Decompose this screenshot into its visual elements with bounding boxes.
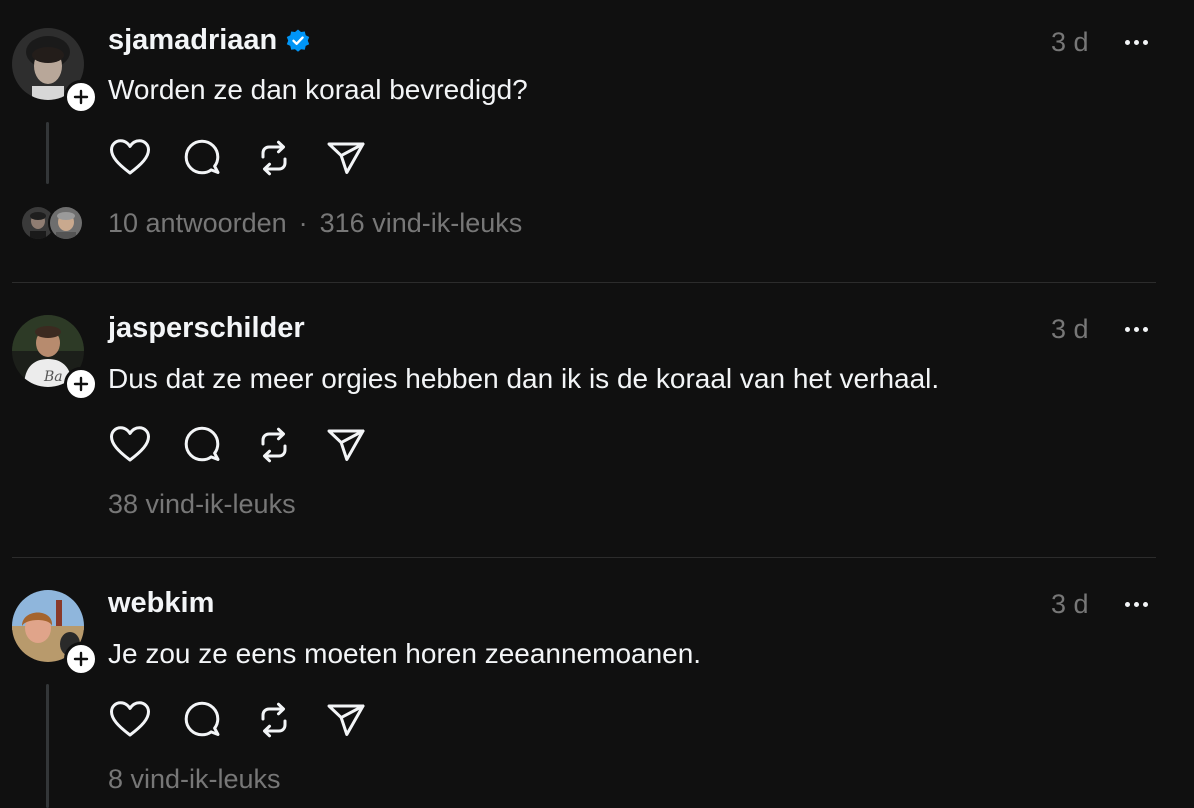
post-sjamadriaan: sjamadriaan 3 d Worden ze dan koraal bev… [0, 0, 1194, 282]
heart-icon [110, 139, 150, 175]
username-row: webkim [108, 589, 214, 618]
timestamp: 3 d [1051, 589, 1089, 619]
reply-button[interactable] [180, 423, 224, 467]
avatar-wrap [12, 590, 98, 676]
timestamp: 3 d [1051, 314, 1089, 344]
avatar-wrap: Ba [12, 315, 98, 401]
repost-icon [261, 140, 287, 176]
paper-plane-icon [327, 429, 365, 461]
heart-icon [110, 701, 150, 737]
thread-line [46, 684, 49, 808]
share-button[interactable] [324, 423, 368, 467]
post-stats: 38 vind-ik-leuks [108, 491, 296, 518]
likes-count[interactable]: 316 vind-ik-leuks [320, 208, 523, 238]
replies-count[interactable]: 10 antwoorden [108, 208, 287, 238]
timestamp: 3 d [1051, 27, 1089, 57]
action-bar [108, 423, 396, 467]
more-options-button[interactable] [1116, 30, 1156, 54]
action-bar [108, 136, 396, 180]
more-options-icon [1124, 39, 1130, 45]
speech-bubble-icon [184, 139, 220, 175]
repost-button[interactable] [252, 698, 296, 742]
action-bar [108, 698, 396, 742]
plus-icon [73, 89, 89, 105]
username-row: sjamadriaan [108, 26, 311, 55]
paper-plane-icon [327, 142, 365, 174]
repost-button[interactable] [252, 423, 296, 467]
stats-separator: · [298, 208, 308, 238]
like-button[interactable] [108, 136, 152, 180]
reply-button[interactable] [180, 698, 224, 742]
paper-plane-icon [327, 704, 365, 736]
more-options-button[interactable] [1116, 592, 1156, 616]
reply-avatars[interactable] [20, 205, 84, 241]
username-row: jasperschilder [108, 314, 305, 343]
follow-button[interactable] [64, 80, 98, 114]
like-button[interactable] [108, 698, 152, 742]
username[interactable]: sjamadriaan [108, 26, 277, 55]
speech-bubble-icon [184, 701, 220, 737]
heart-icon [110, 426, 150, 462]
post-text: Dus dat ze meer orgies hebben dan ik is … [108, 363, 940, 394]
likes-count[interactable]: 8 vind-ik-leuks [108, 764, 281, 794]
likes-count[interactable]: 38 vind-ik-leuks [108, 489, 296, 519]
post-webkim: webkim 3 d Je zou ze eens moeten horen z… [0, 558, 1194, 808]
follow-button[interactable] [64, 367, 98, 401]
verified-badge-icon [287, 29, 310, 52]
thread-line [46, 122, 49, 184]
like-button[interactable] [108, 423, 152, 467]
share-button[interactable] [324, 698, 368, 742]
post-jasperschilder: Ba jasperschilder 3 d Dus dat ze meer or… [0, 283, 1194, 557]
reply-avatar [48, 205, 84, 241]
post-stats: 8 vind-ik-leuks [108, 766, 281, 793]
more-options-button[interactable] [1116, 317, 1156, 341]
repost-icon [261, 702, 287, 738]
plus-icon [73, 376, 89, 392]
reply-button[interactable] [180, 136, 224, 180]
username[interactable]: webkim [108, 589, 214, 618]
plus-icon [73, 651, 89, 667]
speech-bubble-icon [184, 426, 220, 462]
repost-icon [261, 427, 287, 463]
more-options-icon [1124, 601, 1130, 607]
post-text: Je zou ze eens moeten horen zeeannemoane… [108, 638, 702, 669]
username[interactable]: jasperschilder [108, 314, 305, 343]
post-text: Worden ze dan koraal bevredigd? [108, 74, 528, 105]
svg-text:Ba: Ba [43, 369, 63, 385]
repost-button[interactable] [252, 136, 296, 180]
post-stats: 10 antwoorden · 316 vind-ik-leuks [108, 210, 522, 237]
avatar-wrap [12, 28, 98, 114]
more-options-icon [1124, 326, 1130, 332]
follow-button[interactable] [64, 642, 98, 676]
share-button[interactable] [324, 136, 368, 180]
